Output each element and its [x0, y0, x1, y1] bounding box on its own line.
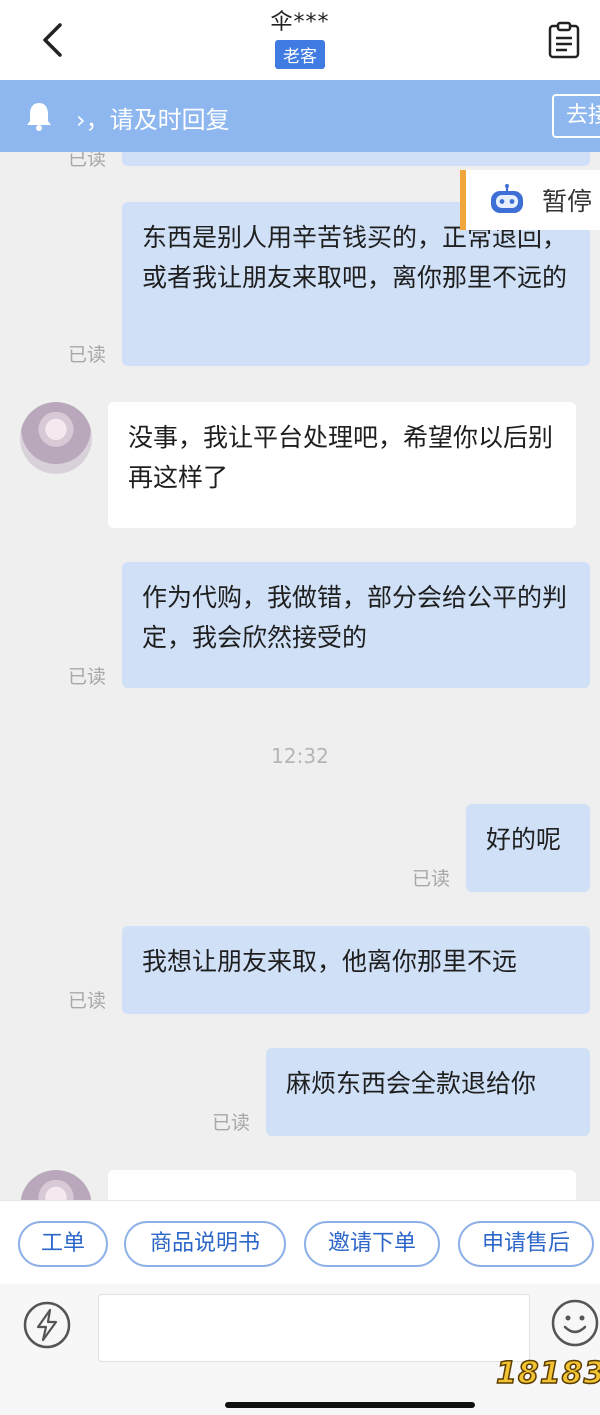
lightning-icon[interactable] [22, 1300, 72, 1350]
contact-avatar[interactable] [20, 402, 92, 474]
message-bubble-incoming-partial [108, 1170, 576, 1200]
bell-icon [27, 103, 51, 131]
message-bubble-outgoing: 麻烦东西会全款退给你 [266, 1048, 590, 1136]
product-manual-button[interactable]: 商品说明书 [124, 1221, 286, 1267]
title-block: 伞*** 老客 [0, 4, 600, 69]
read-receipt: 已读 [412, 868, 451, 890]
contact-name: 伞*** [270, 10, 330, 35]
customer-tag-badge: 老客 [275, 40, 325, 69]
home-indicator[interactable] [225, 1402, 475, 1408]
reply-reminder-bar: ›，请及时回复 [0, 80, 600, 152]
invite-order-button[interactable]: 邀请下单 [304, 1221, 440, 1267]
quick-actions-bar: 工单 商品说明书 邀请下单 申请售后 [0, 1200, 600, 1285]
message-bubble-incoming: 没事，我让平台处理吧，希望你以后别再这样了 [108, 402, 576, 528]
chat-message-list[interactable]: 已读 东西是别人用辛苦钱买的，正常退回，或者我让朋友来取吧，离你那里不远的 已读… [0, 152, 600, 1200]
reminder-text: ›，请及时回复 [76, 106, 230, 134]
site-watermark-logo: 18183 [492, 1336, 600, 1406]
message-bubble-outgoing: 作为代购，我做错，部分会给公平的判定，我会欣然接受的 [122, 562, 590, 688]
read-receipt: 已读 [68, 666, 107, 688]
message-bubble-outgoing: 我想让朋友来取，他离你那里不远 [122, 926, 590, 1014]
read-receipt: 已读 [68, 344, 107, 366]
read-receipt: 已读 [68, 990, 107, 1012]
chat-header: 伞*** 老客 [0, 0, 600, 80]
robot-icon [491, 184, 523, 213]
message-timestamp: 12:32 [271, 744, 329, 768]
watermark-text: 18183 [495, 1355, 600, 1392]
read-receipt: 已读 [68, 152, 107, 170]
message-bubble-outgoing: 好的呢 [466, 804, 590, 892]
message-bubble-partial [122, 152, 590, 166]
go-reply-button[interactable]: 去接 [552, 94, 600, 138]
bot-status-label: 暂停 [542, 187, 593, 216]
bot-pause-toggle[interactable]: 暂停 [460, 170, 600, 230]
after-sales-button[interactable]: 申请售后 [458, 1221, 594, 1267]
clipboard-icon [548, 21, 580, 59]
read-receipt: 已读 [212, 1112, 251, 1134]
message-input[interactable] [98, 1294, 530, 1362]
contact-avatar[interactable] [20, 1170, 92, 1200]
notes-button[interactable] [542, 18, 586, 62]
work-order-button[interactable]: 工单 [18, 1221, 108, 1267]
